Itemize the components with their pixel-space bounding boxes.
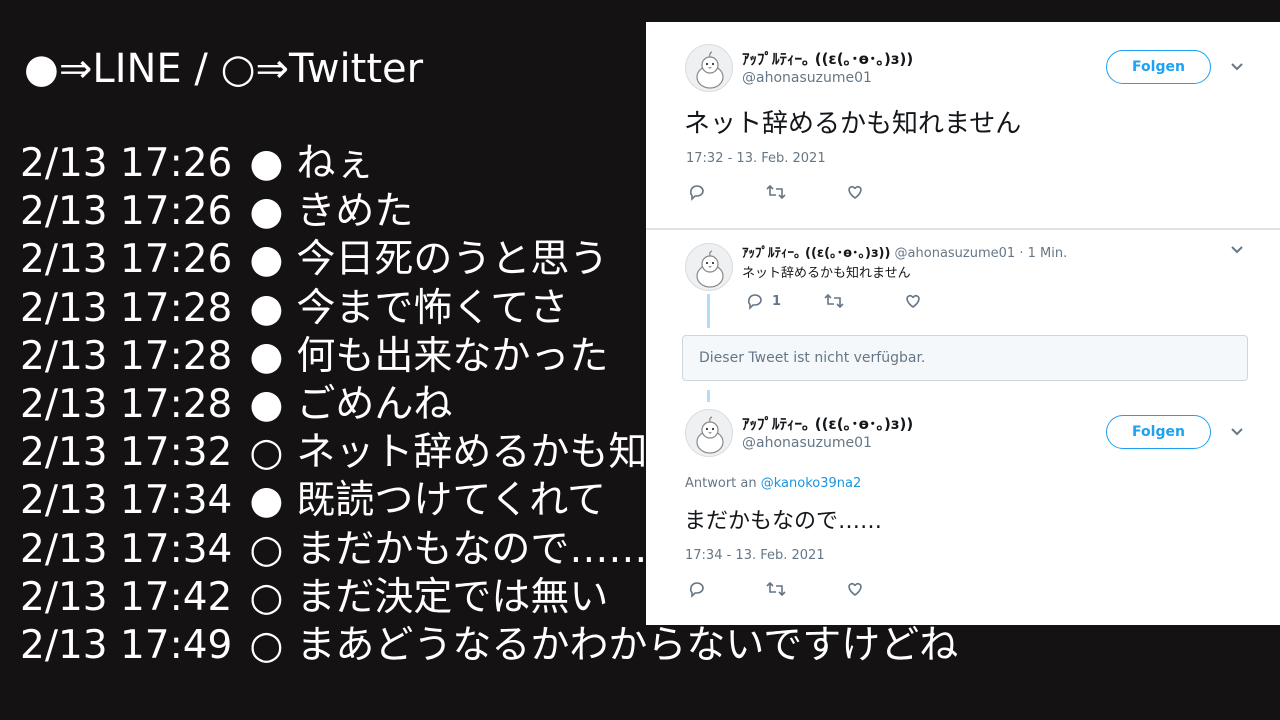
reply-context: Antwort an @kanoko39na2 bbox=[685, 476, 861, 491]
log-mark: ● bbox=[249, 381, 284, 427]
legend: ●⇒LINE / ○⇒Twitter bbox=[24, 46, 424, 92]
log-time: 2/13 17:42 bbox=[20, 574, 233, 620]
display-name[interactable]: ｱｯﾌﾟﾙﾃｨｰ｡ ((ε(｡･ө･｡)з)) bbox=[742, 413, 913, 434]
tweet-header[interactable]: ｱｯﾌﾟﾙﾃｨｰ｡ ((ε(｡･ө･｡)з)) @ahonasuzume01 ·… bbox=[742, 242, 1067, 261]
log-text: 何も出来なかった bbox=[296, 333, 609, 379]
tweet-timestamp[interactable]: 17:34 - 13. Feb. 2021 bbox=[685, 548, 825, 563]
display-name[interactable]: ｱｯﾌﾟﾙﾃｨｰ｡ ((ε(｡･ө･｡)з)) bbox=[742, 246, 890, 261]
tweet-text: ネット辞めるかも知れません bbox=[684, 109, 1022, 139]
like-icon bbox=[848, 582, 862, 596]
reply-count: 1 bbox=[772, 293, 782, 309]
log-text: 今日死のうと思う bbox=[296, 237, 609, 283]
tweet-text: ネット辞めるかも知れません bbox=[742, 266, 911, 281]
like-icon bbox=[906, 294, 920, 308]
display-name[interactable]: ｱｯﾌﾟﾙﾃｨｰ｡ ((ε(｡･ө･｡)з)) bbox=[742, 48, 913, 69]
user-handle[interactable]: @ahonasuzume01 bbox=[742, 70, 872, 86]
log-time: 2/13 17:49 bbox=[20, 622, 233, 668]
follow-button[interactable]: Folgen bbox=[1106, 50, 1211, 84]
log-mark: ○ bbox=[249, 526, 284, 572]
avatar-bird-icon bbox=[696, 51, 724, 89]
log-text: ごめんね bbox=[296, 381, 453, 427]
like-icon bbox=[848, 185, 862, 199]
log-time: 2/13 17:34 bbox=[20, 478, 233, 524]
log-text: きめた bbox=[296, 189, 414, 235]
like-button[interactable] bbox=[846, 580, 864, 598]
log-time: 2/13 17:34 bbox=[20, 526, 233, 572]
tweet-age[interactable]: · 1 Min. bbox=[1019, 246, 1067, 261]
reply-button[interactable] bbox=[688, 183, 706, 201]
user-handle[interactable]: @ahonasuzume01 bbox=[742, 435, 872, 451]
log-text: 既読つけてくれて bbox=[296, 478, 607, 524]
reply-to-link[interactable]: @kanoko39na2 bbox=[761, 476, 862, 491]
chevron-down-icon[interactable] bbox=[1230, 60, 1244, 74]
log-time: 2/13 17:28 bbox=[20, 285, 233, 331]
tweet-timestamp[interactable]: 17:32 - 13. Feb. 2021 bbox=[686, 151, 826, 166]
retweet-icon bbox=[824, 293, 844, 309]
thread-line bbox=[707, 390, 710, 402]
log-text: 今まで怖くてさ bbox=[296, 285, 569, 331]
retweet-button[interactable] bbox=[824, 292, 844, 310]
log-mark: ○ bbox=[249, 574, 284, 620]
reply-icon bbox=[747, 294, 762, 310]
log-text: まだ決定では無い bbox=[296, 574, 609, 620]
retweet-icon bbox=[766, 184, 786, 200]
log-row: 2/13 17:49 ○ まあどうなるかわからないですけどね bbox=[20, 622, 958, 670]
tweet-actions bbox=[688, 580, 888, 600]
avatar-bird-icon bbox=[696, 416, 724, 454]
log-text: ねぇ bbox=[296, 141, 375, 186]
log-time: 2/13 17:28 bbox=[20, 381, 233, 427]
log-mark: ● bbox=[249, 333, 284, 379]
reply-icon bbox=[689, 582, 704, 598]
log-time: 2/13 17:28 bbox=[20, 333, 233, 379]
log-time: 2/13 17:26 bbox=[20, 141, 233, 186]
chevron-down-icon[interactable] bbox=[1230, 243, 1244, 257]
log-mark: ● bbox=[249, 478, 284, 524]
unavailable-notice: Dieser Tweet ist nicht verfügbar. bbox=[682, 335, 1248, 381]
log-mark: ● bbox=[249, 189, 284, 235]
reply-button[interactable] bbox=[688, 580, 706, 598]
log-mark: ● bbox=[249, 237, 284, 283]
tweet-text: まだかもなので…… bbox=[684, 509, 883, 534]
chevron-down-icon[interactable] bbox=[1230, 425, 1244, 439]
like-button[interactable] bbox=[904, 292, 922, 310]
log-mark: ○ bbox=[249, 430, 284, 476]
thread-line bbox=[707, 294, 710, 328]
reply-prefix: Antwort an bbox=[685, 476, 757, 491]
tweet-actions bbox=[688, 183, 888, 203]
reply-button[interactable]: 1 bbox=[746, 292, 781, 310]
tweet-actions: 1 bbox=[746, 292, 946, 312]
log-text: まあどうなるかわからないですけどね bbox=[296, 622, 959, 668]
avatar-bird-icon bbox=[696, 250, 724, 288]
log-mark: ○ bbox=[249, 622, 284, 668]
reply-icon bbox=[689, 185, 704, 201]
like-button[interactable] bbox=[846, 183, 864, 201]
follow-button[interactable]: Folgen bbox=[1106, 415, 1211, 449]
log-mark: ● bbox=[249, 141, 284, 186]
retweet-icon bbox=[766, 581, 786, 597]
avatar[interactable] bbox=[685, 44, 733, 92]
user-handle[interactable]: @ahonasuzume01 bbox=[895, 246, 1016, 261]
avatar[interactable] bbox=[685, 409, 733, 457]
log-text: まだかもなので…… bbox=[296, 526, 648, 572]
log-time: 2/13 17:32 bbox=[20, 430, 233, 476]
log-mark: ● bbox=[249, 285, 284, 331]
retweet-button[interactable] bbox=[766, 183, 786, 201]
avatar[interactable] bbox=[685, 243, 733, 291]
log-time: 2/13 17:26 bbox=[20, 189, 233, 235]
retweet-button[interactable] bbox=[766, 580, 786, 598]
log-time: 2/13 17:26 bbox=[20, 237, 233, 283]
